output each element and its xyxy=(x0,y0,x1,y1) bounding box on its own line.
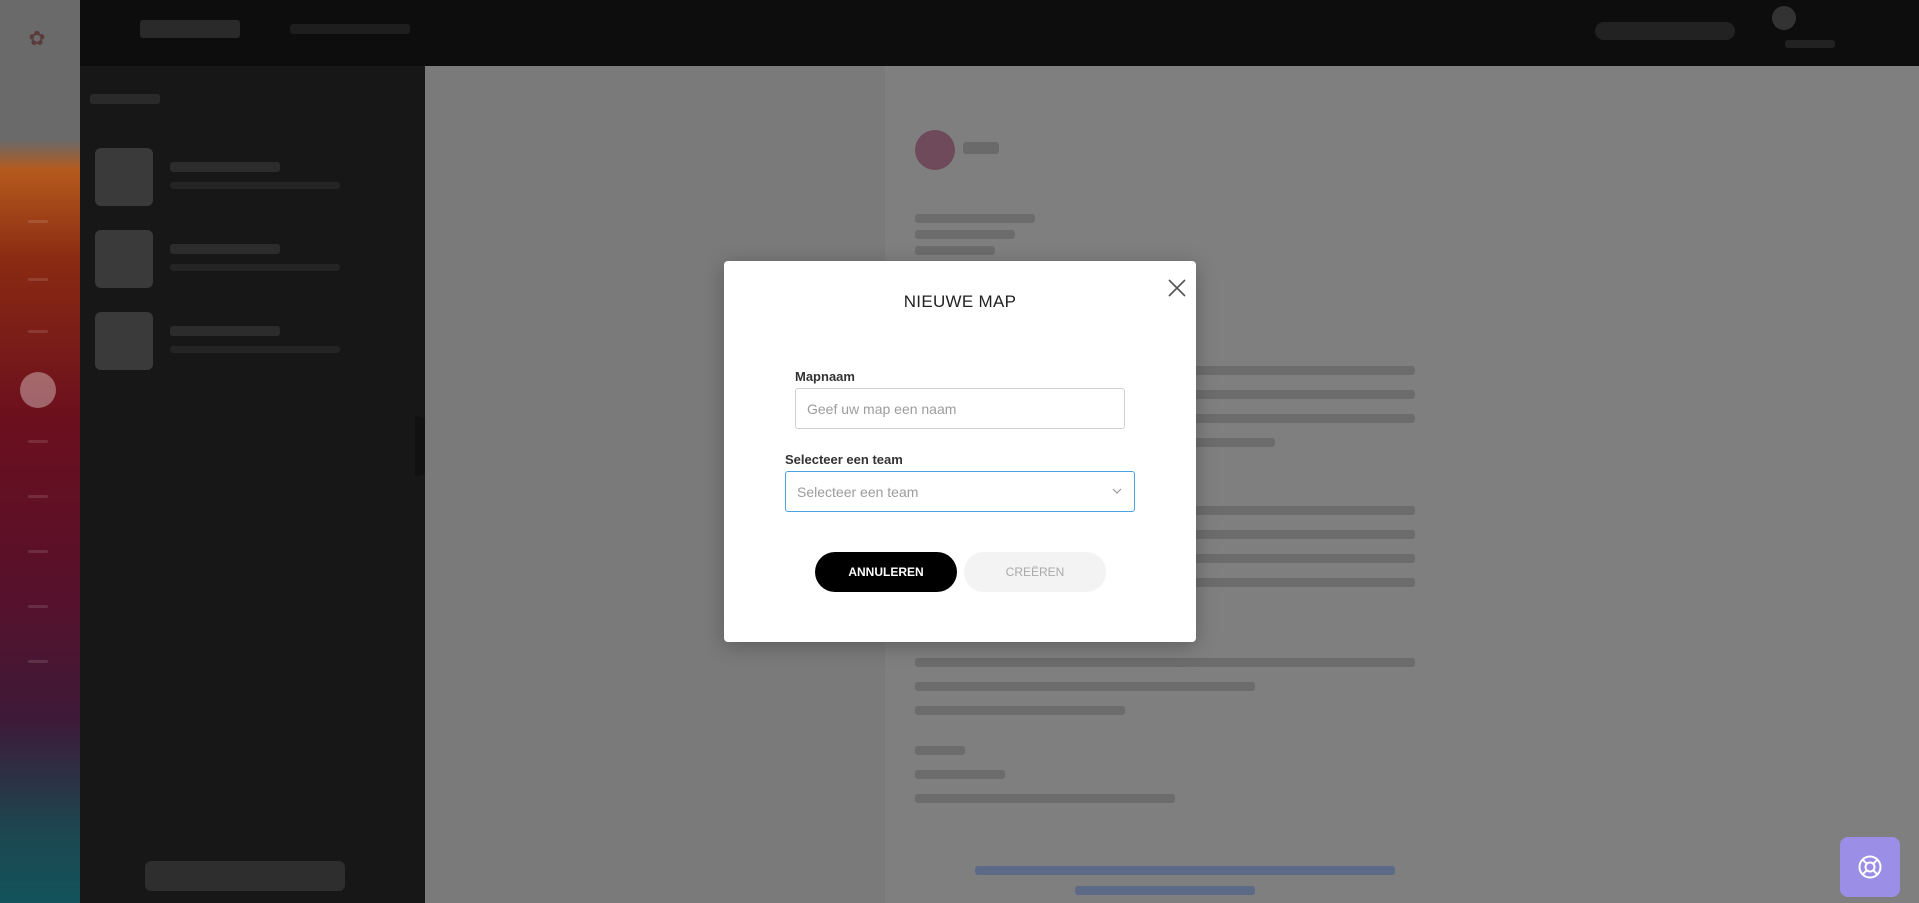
team-select[interactable]: Selecteer een team xyxy=(785,471,1135,512)
create-button[interactable]: CREËREN xyxy=(964,552,1106,592)
team-label: Selecteer een team xyxy=(785,452,903,467)
team-select-placeholder: Selecteer een team xyxy=(797,484,919,500)
lifebuoy-icon xyxy=(1858,855,1882,879)
close-icon xyxy=(1168,279,1186,297)
close-button[interactable] xyxy=(1162,273,1192,303)
dialog-title: NIEUWE MAP xyxy=(903,292,1017,311)
folder-name-label: Mapnaam xyxy=(795,369,855,384)
cancel-button[interactable]: ANNULEREN xyxy=(815,552,957,592)
new-folder-dialog: NIEUWE MAP Mapnaam Selecteer een team Se… xyxy=(724,261,1196,642)
folder-name-input[interactable] xyxy=(795,388,1125,429)
chevron-down-icon xyxy=(1112,488,1122,494)
help-button[interactable] xyxy=(1840,837,1900,897)
